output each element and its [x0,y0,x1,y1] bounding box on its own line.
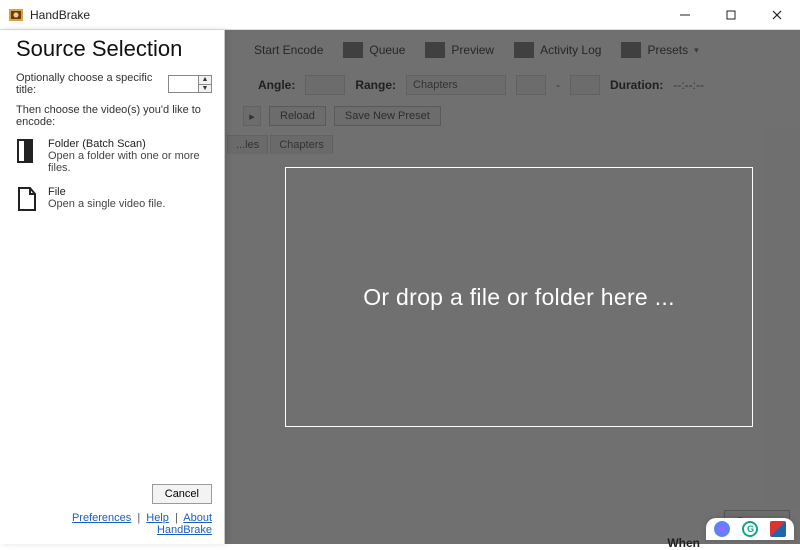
link-sep-2: | [175,512,178,524]
specific-title-label: Optionally choose a specific title: [16,72,162,96]
app-icon [8,7,24,23]
link-sep-1: | [137,512,140,524]
open-file-title: File [48,186,165,198]
open-folder-title: Folder (Batch Scan) [48,138,212,150]
titlebar: HandBrake [0,0,800,30]
open-folder-option[interactable]: Folder (Batch Scan) Open a folder with o… [16,138,212,174]
grammarly-tray-icon[interactable]: G [742,521,758,537]
window-maximize-button[interactable] [708,0,754,30]
drop-zone-text: Or drop a file or folder here ... [363,284,675,311]
help-link[interactable]: Help [146,512,169,524]
title-step-down[interactable]: ▼ [199,85,211,93]
source-selection-panel: Source Selection Optionally choose a spe… [0,30,225,544]
title-step-up[interactable]: ▲ [199,76,211,85]
messenger-tray-icon[interactable] [714,521,730,537]
then-choose-label: Then choose the video(s) you'd like to e… [16,104,212,128]
window-minimize-button[interactable] [662,0,708,30]
window-close-button[interactable] [754,0,800,30]
source-selection-heading: Source Selection [16,36,212,62]
cancel-button[interactable]: Cancel [152,484,212,504]
folder-icon [16,138,38,164]
file-icon [16,186,38,212]
specific-title-row: Optionally choose a specific title: ▲ ▼ [16,72,212,96]
open-file-sub: Open a single video file. [48,198,165,210]
preferences-link[interactable]: Preferences [72,512,131,524]
open-folder-sub: Open a folder with one or more files. [48,150,212,174]
app-title: HandBrake [30,8,90,22]
footer-links: Preferences | Help | About HandBrake [16,512,212,536]
drop-zone[interactable]: Or drop a file or folder here ... [285,167,753,427]
title-number-field[interactable] [168,75,198,93]
system-tray: G [706,518,794,540]
open-file-option[interactable]: File Open a single video file. [16,186,212,212]
app-tray-icon[interactable] [770,521,786,537]
title-number-input[interactable]: ▲ ▼ [168,75,212,93]
